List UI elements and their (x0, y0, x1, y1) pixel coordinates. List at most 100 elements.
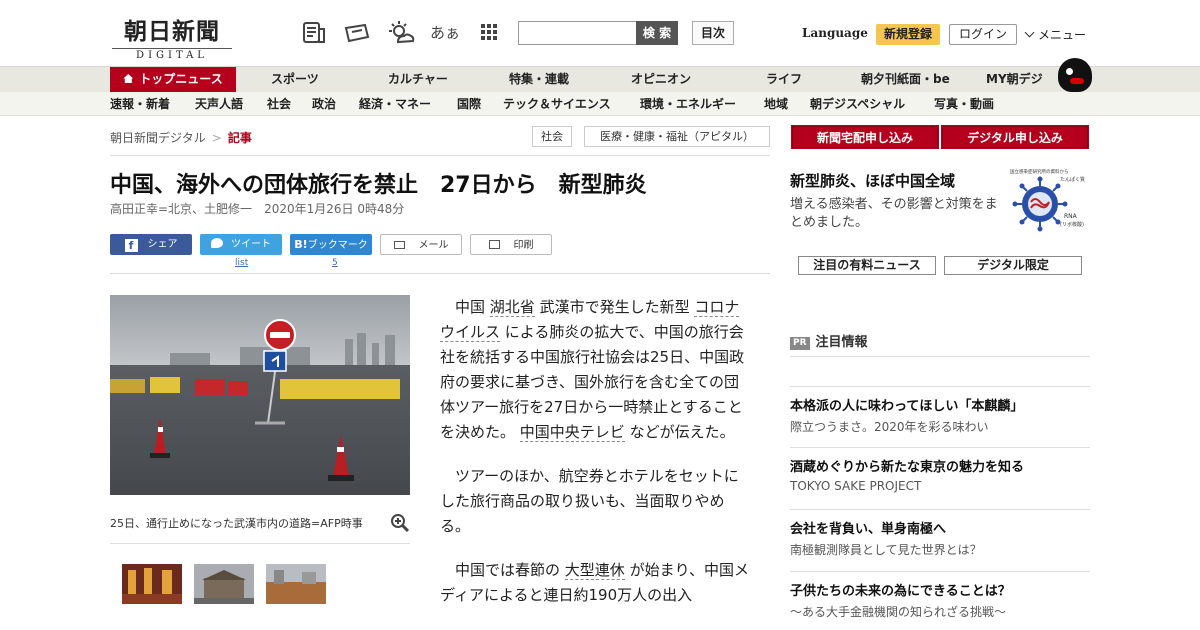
print-button[interactable]: 印刷 (470, 234, 552, 255)
pr-item[interactable]: 会社を背負い、単身南極へ 南極観測隊員として見た世界とは？ (790, 509, 1090, 558)
feature-title[interactable]: 新型肺炎、ほぼ中国全域 (790, 170, 955, 191)
text: 中国 (455, 298, 490, 316)
zoom-icon[interactable] (390, 513, 410, 533)
facebook-share-button[interactable]: f シェア (110, 234, 192, 255)
pr-item[interactable]: 子供たちの未来の為にできることは？ ～ある大手金融機関の知られざる挑戦～ (790, 571, 1090, 620)
nav-tech-science[interactable]: テック＆サイエンス (503, 92, 611, 116)
virus-rna-sub-label: (リボ核酸) (1060, 221, 1084, 228)
index-button[interactable]: 目次 (692, 21, 734, 45)
nav-environment[interactable]: 環境・エネルギー (640, 92, 736, 116)
breadcrumb-current: 記事 (227, 131, 252, 145)
language-link[interactable]: Language (802, 26, 868, 40)
nav-tensei[interactable]: 天声人語 (195, 92, 243, 116)
nav-international[interactable]: 国際 (457, 92, 481, 116)
nav-special[interactable]: 朝デジスペシャル (810, 92, 905, 116)
twitter-share-label: ツイート (231, 239, 271, 250)
print-label: 印刷 (513, 240, 534, 251)
nav-print-edition[interactable]: 朝夕刊紙面・be (861, 67, 950, 93)
divider (110, 273, 770, 274)
pr-item[interactable]: 酒蔵めぐりから新たな東京の魅力を知る TOKYO SAKE PROJECT (790, 447, 1090, 493)
twitter-list-link[interactable]: list (235, 258, 248, 268)
article-byline: 高田正幸=北京、土肥修一 2020年1月26日 0時48分 (110, 200, 404, 217)
text: などが伝えた。 (624, 423, 735, 441)
search-button[interactable]: 検 索 (636, 21, 678, 45)
ticket-icon[interactable] (343, 20, 370, 46)
grid-menu-icon[interactable] (476, 20, 502, 46)
secondary-nav: 速報・新着 天声人語 社会 政治 経済・マネー 国際 テック＆サイエンス 環境・… (0, 92, 1200, 116)
nav-breaking[interactable]: 速報・新着 (110, 92, 170, 116)
pr-item[interactable]: 本格派の人に味わってほしい「本麒麟」 際立つうまさ。2020年を彩る味わい (790, 386, 1090, 435)
site-logo[interactable]: 朝日新聞 DIGITAL (112, 12, 232, 61)
signup-button[interactable]: 新規登録 (876, 24, 940, 45)
divider (110, 155, 770, 156)
logo-main-text: 朝日新聞 (124, 18, 220, 45)
nav-my-asadigi[interactable]: MY朝デジ (986, 67, 1043, 93)
site-header: 朝日新聞 DIGITAL あぁ 検 索 目次 Language 新規登録 ログイ… (0, 0, 1200, 66)
facebook-icon: f (124, 239, 138, 252)
pr-item-title: 子供たちの未来の為にできることは？ (790, 584, 1011, 599)
login-button[interactable]: ログイン (949, 24, 1017, 45)
print-icon (488, 240, 500, 249)
nav-top-news-label: トップニュース (139, 72, 223, 86)
nav-sports[interactable]: スポーツ (271, 67, 319, 93)
article-photo[interactable] (110, 295, 410, 495)
photo-thumbnail[interactable] (266, 564, 326, 604)
virus-rna-label: RNA (1064, 213, 1078, 220)
keyword-link[interactable]: 大型連休 (564, 561, 625, 580)
text: 武漢市で発生した新型 (534, 298, 695, 316)
menu-label: メニュー (1038, 28, 1087, 42)
nav-life[interactable]: ライフ (766, 67, 802, 93)
nav-features[interactable]: 特集・連載 (509, 67, 569, 93)
photo-thumbnail[interactable] (194, 564, 254, 604)
article-paragraph: 中国では春節の 大型連休 が始まり、中国メディアによると連日約190万人の出入 (440, 558, 752, 608)
pr-item-title: 本格派の人に味わってほしい「本麒麟」 (790, 399, 1024, 414)
hatena-bookmark-label: ブックマーク (307, 240, 368, 251)
twitter-share-button[interactable]: ツイート (200, 234, 282, 255)
weather-icon[interactable] (387, 20, 415, 46)
virus-protein-label: たんぱく質 (1060, 176, 1085, 183)
newspaper-subscribe-button[interactable]: 新聞宅配申し込み (792, 126, 938, 148)
photo-thumbnail[interactable] (122, 564, 182, 604)
menu-button[interactable]: メニュー (1024, 26, 1087, 43)
keyword-link[interactable]: 湖北省 (489, 298, 535, 317)
divider (790, 356, 1090, 357)
breadcrumb-home[interactable]: 朝日新聞デジタル (110, 131, 206, 145)
pr-heading: PR 注目情報 (790, 331, 868, 350)
hatena-bookmark-button[interactable]: B!ブックマーク (290, 234, 372, 255)
breadcrumb-separator-icon: > (211, 131, 222, 145)
newspaper-icon[interactable] (301, 20, 327, 46)
nav-opinion[interactable]: オピニオン (631, 67, 691, 93)
mascot-icon (1058, 58, 1092, 92)
virus-illustration[interactable]: 国立感染症研究所の資料から たんぱく質 RNA (リボ核酸) (1010, 168, 1090, 234)
search-input[interactable] (518, 21, 636, 45)
nav-culture[interactable]: カルチャー (388, 67, 448, 93)
nav-politics[interactable]: 政治 (312, 92, 336, 116)
primary-nav: トップニュース スポーツ カルチャー 特集・連載 オピニオン ライフ 朝夕刊紙面… (0, 66, 1200, 93)
pr-heading-label: 注目情報 (815, 335, 868, 350)
keyword-link[interactable]: 中国中央テレビ (519, 423, 625, 442)
logo-sub-text: DIGITAL (112, 48, 232, 61)
tag-health[interactable]: 医療・健康・福祉（アピタル） (584, 126, 770, 147)
hatena-icon: B! (294, 238, 308, 251)
nav-society[interactable]: 社会 (267, 92, 291, 116)
digital-subscribe-button[interactable]: デジタル申し込み (942, 126, 1088, 148)
article-headline: 中国、海外への団体旅行を禁止 27日から 新型肺炎 (110, 173, 647, 198)
chevron-down-icon (1024, 27, 1035, 38)
tag-society[interactable]: 社会 (532, 126, 572, 147)
photo-caption: 25日、通行止めになった武漢市内の道路=AFP時事 (110, 517, 363, 530)
mail-share-label: メール (418, 240, 449, 251)
nav-top-news[interactable]: トップニュース (110, 67, 236, 93)
digital-only-button[interactable]: デジタル限定 (944, 256, 1082, 275)
pr-item-subtitle: 際立つうまさ。2020年を彩る味わい (790, 420, 989, 434)
twitter-bird-icon (211, 238, 223, 248)
font-size-icon[interactable]: あぁ (430, 20, 460, 46)
nav-local[interactable]: 地域 (764, 92, 788, 116)
nav-economy[interactable]: 経済・マネー (359, 92, 431, 116)
hatena-count-link[interactable]: 5 (332, 258, 338, 268)
mail-share-button[interactable]: メール (380, 234, 462, 255)
article-date: 2020年1月26日 0時48分 (264, 202, 405, 216)
paid-news-button[interactable]: 注目の有料ニュース (798, 256, 936, 275)
pr-item-title: 酒蔵めぐりから新たな東京の魅力を知る (790, 460, 1025, 475)
nav-photo-video[interactable]: 写真・動画 (934, 92, 994, 116)
text: ツアーのほか、航空券とホテルをセットにした旅行商品の取り扱いも、当面取りやめる。 (440, 467, 739, 535)
